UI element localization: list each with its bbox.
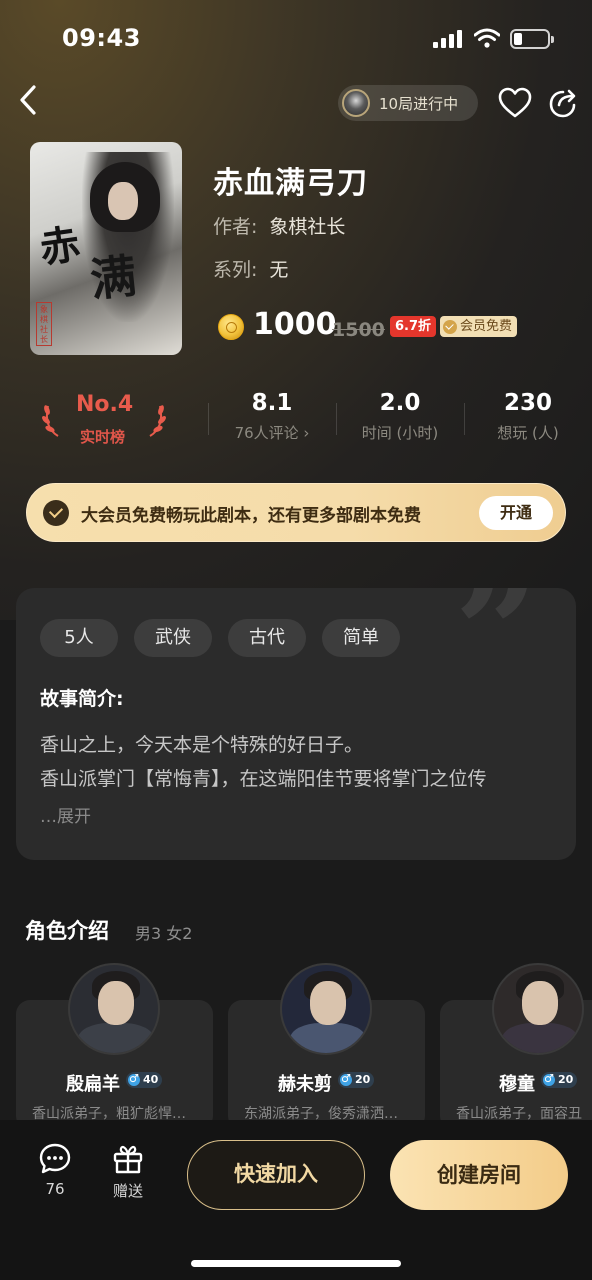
gift-icon xyxy=(113,1145,143,1174)
stat-divider xyxy=(336,403,337,435)
character-age: 20 xyxy=(558,1073,574,1086)
back-arrow-icon[interactable] xyxy=(14,82,44,118)
original-price: 1500 xyxy=(332,319,385,341)
tag-era: 古代 xyxy=(228,619,306,657)
character-age: 40 xyxy=(143,1073,159,1086)
story-card: ” 5人 武侠 古代 简单 故事简介: 香山之上，今天本是个特殊的好日子。 香山… xyxy=(16,588,576,860)
male-age-badge: 20 xyxy=(541,1071,578,1088)
favorite-heart-icon[interactable] xyxy=(497,85,533,121)
duration-value: 2.0 xyxy=(379,390,421,416)
character-name: 赫未剪 xyxy=(278,1074,332,1095)
comment-count: 76 xyxy=(45,1180,65,1198)
rank-number: No.4 xyxy=(76,392,134,417)
tag-genre: 武侠 xyxy=(134,619,212,657)
battery-icon xyxy=(510,29,554,49)
character-name: 穆童 xyxy=(499,1074,535,1095)
home-indicator xyxy=(191,1260,401,1267)
gift-button[interactable]: 赠送 xyxy=(106,1142,150,1201)
male-icon xyxy=(340,1071,352,1087)
character-avatar[interactable] xyxy=(68,963,160,1055)
character-age: 20 xyxy=(355,1073,371,1086)
status-time: 09:43 xyxy=(62,24,141,52)
author-name[interactable]: 象棋社长 xyxy=(269,216,345,238)
story-line: 香山派掌门【常悔青】，在这端阳佳节要将掌门之位传 xyxy=(40,768,487,790)
series-label: 系列: xyxy=(213,259,258,281)
author-row: 作者: 象棋社长 xyxy=(213,212,345,239)
coin-icon xyxy=(218,314,244,340)
rating-value: 8.1 xyxy=(251,390,293,416)
ongoing-rounds-pill[interactable]: 10局进行中 xyxy=(338,85,478,121)
expand-link[interactable]: …展开 xyxy=(40,802,91,827)
create-room-button[interactable]: 创建房间 xyxy=(390,1140,568,1210)
bottom-action-bar: 76 赠送 快速加入 创建房间 xyxy=(0,1120,592,1280)
stat-divider xyxy=(208,403,209,435)
character-avatar[interactable] xyxy=(492,963,584,1055)
story-heading: 故事简介: xyxy=(40,688,124,710)
male-age-badge: 40 xyxy=(126,1071,163,1088)
comment-bubble-icon xyxy=(39,1143,71,1174)
want-value: 230 xyxy=(503,390,552,416)
series-value: 无 xyxy=(269,259,289,281)
characters-gender-summary: 男3 女2 xyxy=(135,924,193,943)
tag-players: 5人 xyxy=(40,619,118,657)
rank-label: 实时榜 xyxy=(80,428,126,446)
price: 1000 xyxy=(253,307,337,342)
stat-divider xyxy=(464,403,465,435)
realtime-rank[interactable]: No.4 实时榜 xyxy=(40,392,168,452)
gift-label: 赠送 xyxy=(112,1182,143,1200)
character-name: 殷扁羊 xyxy=(66,1074,120,1095)
characters-title: 角色介绍 xyxy=(25,919,109,943)
vip-free-label: 会员免费 xyxy=(460,319,513,334)
series-row: 系列: 无 xyxy=(213,255,288,282)
duration-label: 时间 (小时) xyxy=(361,424,439,442)
laurel-right-icon xyxy=(149,405,166,437)
rating-stat[interactable]: 8.1 76人评论 › xyxy=(222,390,322,443)
vip-activate-button[interactable]: 开通 xyxy=(479,496,553,530)
ongoing-rounds-label: 10局进行中 xyxy=(379,94,459,113)
tag-difficulty: 简单 xyxy=(322,619,400,657)
quote-mark-icon: ” xyxy=(454,588,541,721)
comments-button[interactable]: 76 xyxy=(34,1142,76,1198)
vip-free-badge: 会员免费 xyxy=(440,316,518,337)
male-icon xyxy=(128,1071,140,1087)
want-label: 想玩 (人) xyxy=(497,424,559,442)
vip-banner[interactable]: 大会员免费畅玩此剧本，还有更多部剧本免费 开通 xyxy=(26,483,566,542)
script-title: 赤血满弓刀 xyxy=(213,166,368,201)
vip-icon xyxy=(43,500,69,526)
discount-badge: 6.7折 xyxy=(390,316,437,337)
share-icon[interactable] xyxy=(546,86,580,120)
character-avatar[interactable] xyxy=(280,963,372,1055)
vip-banner-text: 大会员免费畅玩此剧本，还有更多部剧本免费 xyxy=(81,506,421,526)
duration-stat: 2.0 时间 (小时) xyxy=(350,390,450,443)
vip-icon xyxy=(443,319,457,334)
male-age-badge: 20 xyxy=(338,1071,375,1088)
want-stat: 230 想玩 (人) xyxy=(478,390,578,443)
reviews-link[interactable]: 76人评论 › xyxy=(222,422,322,443)
story-line: 香山之上，今天本是个特殊的好日子。 xyxy=(40,734,364,756)
quick-join-button[interactable]: 快速加入 xyxy=(187,1140,365,1210)
laurel-left-icon xyxy=(42,405,59,437)
player-avatar xyxy=(342,89,370,117)
wifi-icon xyxy=(474,28,500,48)
script-cover-image[interactable]: 赤 满 象棋社长 xyxy=(30,142,182,355)
male-icon xyxy=(543,1071,555,1087)
cellular-signal-icon xyxy=(433,30,463,48)
author-label: 作者: xyxy=(213,216,258,238)
